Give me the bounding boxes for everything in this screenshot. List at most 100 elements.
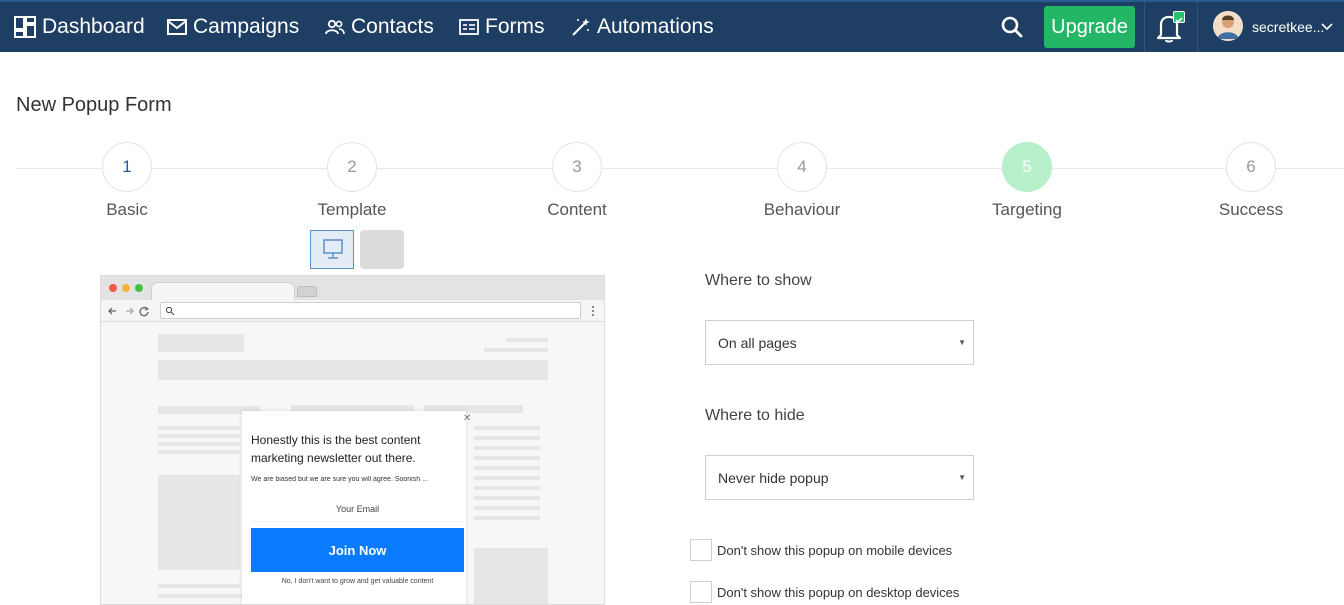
placeholder-line [474,456,540,460]
close-dot-icon [109,284,117,292]
placeholder-line [474,476,540,480]
step-circle[interactable]: 5 [1002,142,1052,192]
nav-label-dashboard: Dashboard [42,15,145,38]
placeholder-image [158,475,240,570]
step-circle[interactable]: 6 [1226,142,1276,192]
chevron-down-icon[interactable] [1321,20,1333,38]
step-4[interactable]: 4 Behaviour [722,142,882,220]
placeholder-line [484,348,548,352]
placeholder-image [474,548,548,604]
step-label: Template [317,200,387,219]
placeholder-line [506,338,548,342]
step-5[interactable]: 5 Targeting [947,142,1107,220]
step-circle[interactable]: 1 [102,142,152,192]
desktop-preview-button[interactable] [310,230,354,269]
browser-tab [151,282,295,301]
join-now-button[interactable]: Join Now [251,528,464,572]
users-icon [325,19,345,35]
step-6[interactable]: 6 Success [1171,142,1331,220]
step-1[interactable]: 1 Basic [47,142,207,220]
step-label: Targeting [992,200,1062,219]
upgrade-button[interactable]: Upgrade [1044,6,1135,48]
placeholder-line [158,442,240,446]
placeholder-line [474,516,540,520]
popup-headline: Honestly this is the best content market… [251,433,421,465]
where-to-hide-select[interactable]: Never hide popup ▼ [705,455,974,500]
nav-item-campaigns[interactable]: Campaigns [167,2,299,52]
popup-preview-frame: ✕ Honestly this is the best content mark… [100,275,605,605]
step-label: Basic [106,200,148,219]
notification-badge [1173,11,1185,24]
where-to-show-value: On all pages [718,334,797,351]
hide-on-mobile-checkbox[interactable] [690,539,712,561]
placeholder-line [474,426,540,430]
browser-url-input [160,302,581,319]
popup-email-field[interactable]: Your Email [251,496,464,522]
step-2[interactable]: 2 Template [272,142,432,220]
user-menu[interactable]: secretkee... [1252,2,1324,52]
step-circle[interactable]: 2 [327,142,377,192]
placeholder-block [158,334,244,352]
nav-item-contacts[interactable]: Contacts [325,2,434,52]
placeholder-line [158,426,240,430]
stepper-track [16,168,1344,169]
where-to-hide-label: Where to hide [705,407,805,424]
avatar[interactable] [1213,11,1243,41]
close-icon[interactable]: ✕ [463,413,471,424]
step-circle[interactable]: 4 [777,142,827,192]
dashboard-icon [14,16,36,38]
step-circle[interactable]: 3 [552,142,602,192]
placeholder-line [158,584,240,588]
step-label: Content [547,200,607,219]
placeholder-line [158,434,240,438]
hide-on-desktop-checkbox[interactable] [690,581,712,603]
placeholder-line [158,450,240,454]
placeholder-line [474,466,540,470]
search-icon [165,306,175,316]
hide-on-mobile-option[interactable]: Don't show this popup on mobile devices [690,539,952,561]
top-navigation-bar: Dashboard Campaigns Contacts Forms Autom… [0,0,1344,52]
nav-label-campaigns: Campaigns [193,15,300,38]
placeholder-line [474,446,540,450]
browser-tab-bar [101,276,604,301]
placeholder-nav [158,360,548,380]
nav-label-automations: Automations [597,15,714,38]
where-to-hide-value: Never hide popup [718,469,829,486]
step-label: Success [1218,200,1284,219]
envelope-icon [167,19,187,35]
popup-preview: ✕ Honestly this is the best content mark… [242,411,471,604]
nav-divider [1144,2,1145,52]
minimize-dot-icon [122,284,130,292]
dropdown-caret-icon: ▼ [958,473,966,482]
page-title: New Popup Form [16,94,172,116]
dropdown-caret-icon: ▼ [958,338,966,347]
form-icon [459,19,479,35]
placeholder-line [474,506,540,510]
where-to-show-label: Where to show [705,272,812,289]
hide-on-desktop-option[interactable]: Don't show this popup on desktop devices [690,581,959,603]
step-label: Behaviour [763,200,841,219]
desktop-icon [323,239,343,259]
nav-label-contacts: Contacts [351,15,434,38]
popup-subtext: We are biased but we are sure you will a… [251,476,428,483]
mobile-preview-button[interactable] [360,230,404,269]
maximize-dot-icon [135,284,143,292]
more-vertical-icon [592,306,594,316]
placeholder-line [474,486,540,490]
new-tab-icon [297,286,317,297]
placeholder-line [474,436,540,440]
hide-on-mobile-label: Don't show this popup on mobile devices [717,542,953,558]
where-to-show-select[interactable]: On all pages ▼ [705,320,974,365]
nav-divider [1197,2,1198,52]
magic-wand-icon [571,17,591,37]
nav-item-dashboard[interactable]: Dashboard [14,2,145,52]
nav-item-automations[interactable]: Automations [571,2,714,52]
step-3[interactable]: 3 Content [497,142,657,220]
search-icon[interactable] [999,14,1025,40]
browser-address-bar [101,300,604,322]
browser-nav-icons [108,306,150,317]
hide-on-desktop-label: Don't show this popup on desktop devices [717,584,960,600]
nav-label-forms: Forms [485,15,545,38]
nav-item-forms[interactable]: Forms [459,2,545,52]
popup-decline-link[interactable]: No, I don't want to grow and get valuabl… [251,578,464,585]
